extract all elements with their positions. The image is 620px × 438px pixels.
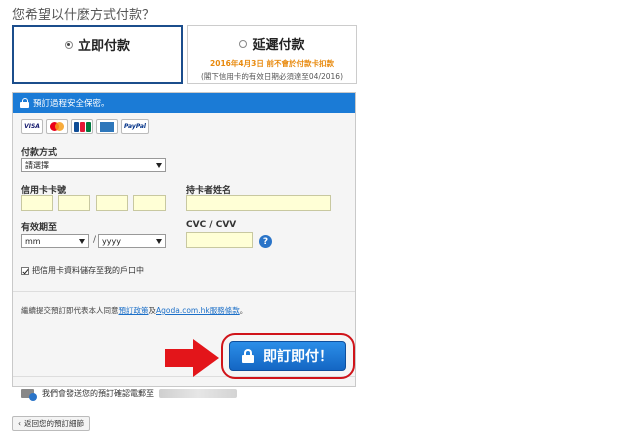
secure-banner: 預訂過程安全保密。 [13, 93, 355, 113]
pay-now-radio[interactable] [64, 40, 73, 49]
envelope-icon [21, 388, 37, 401]
card-number-field-1[interactable] [21, 195, 53, 211]
visa-card-icon: VISA [21, 119, 43, 134]
arrow-right-icon [165, 339, 219, 377]
redacted-email [159, 389, 237, 398]
cvc-field[interactable] [186, 232, 253, 248]
save-card-label: 把信用卡資料儲存至我的戶口中 [32, 266, 144, 275]
chevron-left-icon: ‹ [18, 419, 21, 428]
email-confirmation-text: 我們會發送您的預訂確認電郵至 [42, 389, 154, 398]
chevron-down-icon [156, 163, 162, 168]
pay-later-option[interactable]: 延遲付款 2016年4月3日 前不會於付款卡扣款 (閣下信用卡的有效日期必須達至… [187, 25, 357, 84]
pay-later-radio[interactable] [239, 39, 248, 48]
lock-icon [20, 98, 29, 108]
card-number-field-2[interactable] [58, 195, 90, 211]
terms-prefix: 繼續提交預訂即代表本人同意 [21, 306, 119, 315]
pay-later-note: 2016年4月3日 前不會於付款卡扣款 [210, 59, 334, 68]
lock-icon [242, 349, 254, 363]
expiry-label: 有效期至 [21, 223, 58, 233]
chevron-down-icon [79, 239, 85, 244]
terms-of-service-link[interactable]: Agoda.com.hk服務條款 [156, 306, 240, 315]
divider [13, 291, 355, 292]
payment-method-select[interactable]: 請選擇 [21, 158, 166, 172]
back-button-label: 返回您的預訂細節 [24, 419, 84, 428]
expiry-month-select[interactable]: mm [21, 234, 89, 248]
book-now-button[interactable]: 即訂即付！ [229, 341, 346, 371]
chevron-down-icon [156, 239, 162, 244]
pay-later-label: 延遲付款 [252, 38, 305, 53]
terms-suffix: 。 [239, 306, 248, 315]
book-now-label: 即訂即付！ [263, 349, 333, 365]
terms-text: 繼續提交預訂即代表本人同意預訂政策及Agoda.com.hk服務條款。 [21, 305, 247, 316]
cvc-label: CVC / CVV [186, 220, 237, 230]
payment-method-value: 請選擇 [25, 160, 49, 170]
terms-and: 及 [148, 306, 157, 315]
help-icon[interactable]: ? [259, 235, 272, 248]
expiry-month-value: mm [25, 236, 41, 246]
payment-method-label: 付款方式 [21, 148, 58, 158]
mastercard-icon [46, 119, 68, 134]
card-number-field-4[interactable] [133, 195, 166, 211]
back-button[interactable]: ‹ 返回您的預訂細節 [12, 416, 90, 431]
pay-now-label: 立即付款 [77, 39, 130, 54]
paypal-icon: PayPal [121, 119, 149, 134]
accepted-cards: VISA PayPal [21, 119, 149, 134]
save-card-row[interactable]: 把信用卡資料儲存至我的戶口中 [21, 265, 144, 276]
pay-later-sub-note: (閣下信用卡的有效日期必須達至04/2016) [200, 72, 343, 81]
expiry-year-select[interactable]: yyyy [98, 234, 166, 248]
expiry-separator: / [93, 235, 97, 245]
save-card-checkbox[interactable] [21, 266, 29, 275]
email-confirmation-row: 我們會發送您的預訂確認電郵至 [21, 388, 237, 401]
card-number-field-3[interactable] [96, 195, 128, 211]
secure-banner-text: 預訂過程安全保密。 [33, 99, 110, 109]
pay-now-option[interactable]: 立即付款 [12, 25, 183, 84]
expiry-year-value: yyyy [102, 236, 121, 246]
card-holder-field[interactable] [186, 195, 331, 211]
amex-card-icon [96, 119, 118, 134]
payment-question: 您希望以什麼方式付款？ [12, 8, 156, 23]
jcb-card-icon [71, 119, 93, 134]
booking-policy-link[interactable]: 預訂政策 [119, 306, 149, 315]
